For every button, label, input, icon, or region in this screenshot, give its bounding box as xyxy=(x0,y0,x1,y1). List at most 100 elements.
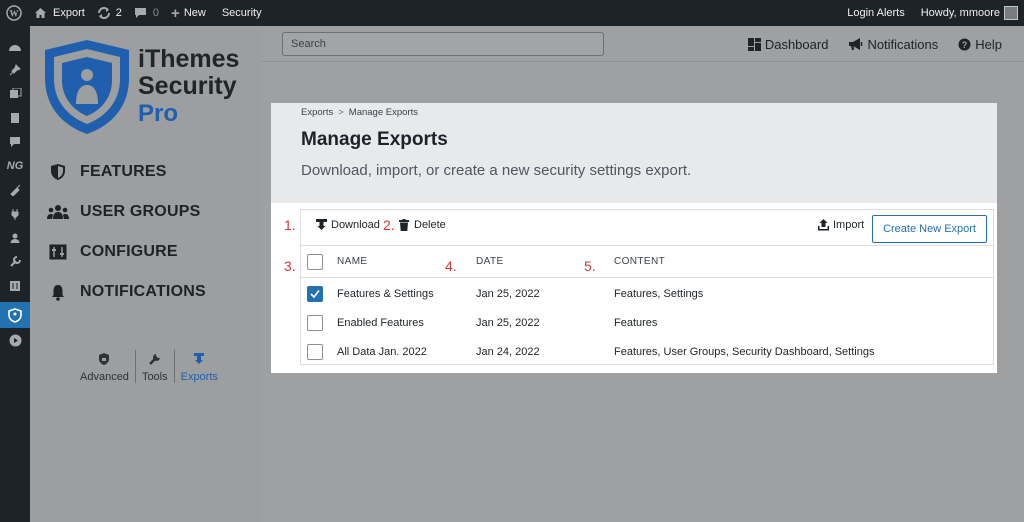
users-icon[interactable] xyxy=(0,226,30,250)
download-button[interactable]: Download xyxy=(316,219,380,231)
export-name: Features & Settings xyxy=(337,287,434,300)
admin-bar: W Export 2 0 + New Security Login Alerts… xyxy=(0,0,1024,26)
tool-label: Tools xyxy=(141,371,168,383)
export-name: All Data Jan. 2022 xyxy=(337,345,427,358)
login-alerts-label: Login Alerts xyxy=(847,7,905,19)
appearance-icon[interactable] xyxy=(0,178,30,202)
account-menu[interactable]: Howdy, mmoore xyxy=(915,0,1024,26)
ithemes-logo: iThemes Security Pro xyxy=(42,38,262,148)
nav-item-notifications[interactable]: NOTIFICATIONS xyxy=(44,272,206,312)
dashboard-label: Dashboard xyxy=(764,36,829,52)
breadcrumb-link-exports[interactable]: Exports xyxy=(301,107,333,118)
help-label: Help xyxy=(975,36,1002,52)
play-icon[interactable] xyxy=(0,328,30,352)
logo-line-ithemes: iThemes xyxy=(138,45,240,73)
svg-text:?: ? xyxy=(962,40,968,50)
tool-label: Exports xyxy=(180,371,218,383)
table-row[interactable]: Features & Settings Jan 25, 2022 Feature… xyxy=(301,279,993,308)
itsec-sidebar: iThemes Security Pro FEATURES USER GROUP… xyxy=(30,26,262,522)
logo-line-security: Security xyxy=(138,72,237,100)
breadcrumb-separator: > xyxy=(338,107,344,118)
page-title: Manage Exports xyxy=(301,129,448,150)
table-row[interactable]: All Data Jan. 2022 Jan 24, 2022 Features… xyxy=(301,337,993,366)
users-icon xyxy=(44,204,72,220)
delete-button[interactable]: Delete xyxy=(399,219,446,231)
nav-item-label: CONFIGURE xyxy=(80,243,178,260)
itsec-nav: FEATURES USER GROUPS CONFIGURE NOTIFICAT… xyxy=(44,152,206,312)
new-content-link[interactable]: + New xyxy=(165,0,212,26)
nav-item-configure[interactable]: CONFIGURE xyxy=(44,232,206,272)
itsec-sub-tools: Advanced Tools Exports xyxy=(74,350,224,383)
select-all-checkbox[interactable] xyxy=(307,254,323,270)
export-content: Features, User Groups, Security Dashboar… xyxy=(614,345,875,358)
shield-icon xyxy=(44,163,72,181)
annotation-number: 2. xyxy=(383,217,395,233)
column-header-content[interactable]: CONTENT xyxy=(614,246,665,277)
howdy-label: Howdy, mmoore xyxy=(920,7,1000,19)
ng-gallery-icon[interactable]: NG xyxy=(0,154,30,178)
breadcrumb: Exports > Manage Exports xyxy=(301,107,418,118)
exports-panel: Download Delete Import Create New Export… xyxy=(300,209,994,365)
comments-link[interactable]: 0 xyxy=(128,0,165,26)
tools-icon[interactable] xyxy=(0,250,30,274)
row-checkbox[interactable] xyxy=(307,344,323,360)
updates-link[interactable]: 2 xyxy=(91,0,128,26)
avatar xyxy=(1004,6,1018,20)
admin-menu: NG xyxy=(0,26,30,522)
media-icon[interactable] xyxy=(0,82,30,106)
card-header: Exports > Manage Exports Manage Exports Do… xyxy=(271,103,997,203)
import-label: Import xyxy=(833,219,865,231)
export-name: Enabled Features xyxy=(337,316,424,329)
nav-item-user-groups[interactable]: USER GROUPS xyxy=(44,192,206,232)
pages-icon[interactable] xyxy=(0,106,30,130)
create-new-export-button[interactable]: Create New Export xyxy=(872,215,987,243)
itsec-toolbar: Search Dashboard Notifications ? Help xyxy=(262,26,1024,62)
column-header-date[interactable]: DATE xyxy=(476,246,504,277)
checkmark-icon xyxy=(310,290,320,299)
refresh-icon xyxy=(97,7,110,19)
download-label: Download xyxy=(331,219,380,231)
tool-advanced[interactable]: Advanced xyxy=(74,350,136,383)
dashboard-link[interactable]: Dashboard xyxy=(747,36,829,52)
login-alerts-link[interactable]: Login Alerts xyxy=(841,0,910,26)
dashboard-icon[interactable] xyxy=(0,34,30,58)
annotation-number: 1. xyxy=(284,217,296,233)
comments-count: 0 xyxy=(152,7,160,19)
notifications-link[interactable]: Notifications xyxy=(848,37,938,52)
help-link[interactable]: ? Help xyxy=(958,37,1002,52)
column-header-name[interactable]: NAME xyxy=(337,246,368,277)
wordpress-logo-icon[interactable]: W xyxy=(0,0,28,26)
annotation-number: 5. xyxy=(584,258,596,274)
updates-count: 2 xyxy=(115,7,122,19)
tool-exports[interactable]: Exports xyxy=(175,350,224,383)
pin-icon[interactable] xyxy=(0,58,30,82)
annotation-number: 4. xyxy=(445,258,457,274)
row-checkbox[interactable] xyxy=(307,286,323,302)
security-menu-link[interactable]: Security xyxy=(216,0,268,26)
configure-icon xyxy=(44,244,72,260)
import-button[interactable]: Import xyxy=(818,219,864,231)
bell-icon xyxy=(44,284,72,301)
security-shield-icon[interactable] xyxy=(0,302,30,328)
page-description: Download, import, or create a new securi… xyxy=(301,162,692,179)
table-row[interactable]: Enabled Features Jan 25, 2022 Features xyxy=(301,308,993,337)
settings-icon[interactable] xyxy=(0,274,30,298)
row-checkbox[interactable] xyxy=(307,315,323,331)
breadcrumb-current: Manage Exports xyxy=(348,107,418,118)
ithemes-shield-icon xyxy=(45,40,129,134)
logo-text: iThemes Security Pro xyxy=(138,45,240,128)
plugins-icon[interactable] xyxy=(0,202,30,226)
export-date: Jan 25, 2022 xyxy=(476,316,540,329)
search-input[interactable]: Search xyxy=(282,32,604,56)
export-content: Features, Settings xyxy=(614,287,704,300)
exports-card: Exports > Manage Exports Manage Exports Do… xyxy=(271,103,997,373)
security-label: Security xyxy=(221,7,262,19)
nav-item-features[interactable]: FEATURES xyxy=(44,152,206,192)
download-icon xyxy=(193,350,205,368)
site-name-link[interactable]: Export xyxy=(28,0,91,26)
export-date: Jan 25, 2022 xyxy=(476,287,540,300)
tool-tools[interactable]: Tools xyxy=(136,350,175,383)
dashboard-grid-icon xyxy=(747,37,761,51)
trash-icon xyxy=(399,219,409,231)
comments-icon[interactable] xyxy=(0,130,30,154)
